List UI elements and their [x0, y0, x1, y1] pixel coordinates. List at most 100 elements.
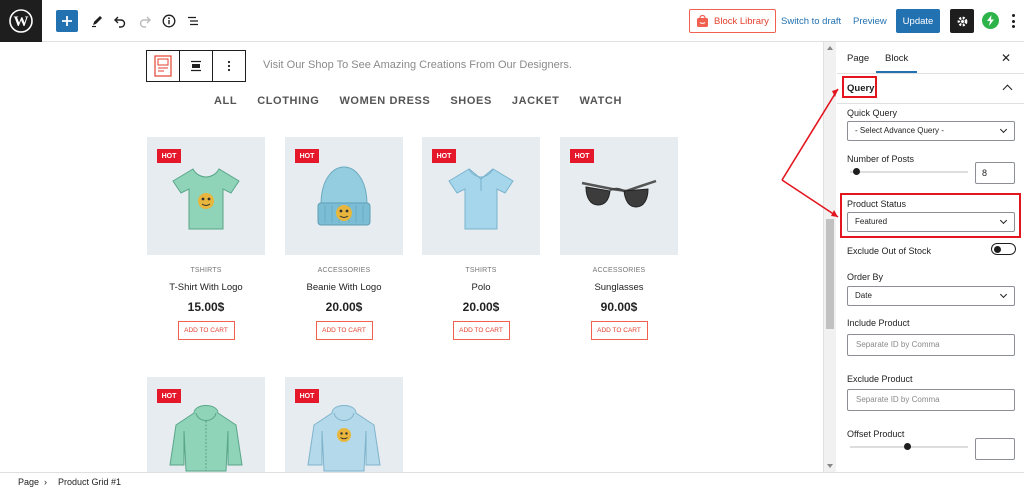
offset-product-input[interactable] [975, 438, 1015, 460]
undo-button[interactable] [109, 10, 131, 32]
breadcrumb-product-grid[interactable]: Product Grid #1 [58, 477, 121, 487]
category-filters: ALL CLOTHING WOMEN DRESS SHOES JACKET WA… [214, 95, 622, 107]
close-icon[interactable]: ✕ [1001, 51, 1011, 65]
include-product-label: Include Product [847, 318, 910, 328]
breadcrumb-page[interactable]: Page [18, 477, 39, 487]
product-name[interactable]: Beanie With Logo [285, 282, 403, 293]
query-panel-header[interactable]: Query [837, 74, 1024, 104]
filter-shoes[interactable]: SHOES [450, 95, 492, 107]
pencil-icon [92, 16, 102, 28]
update-button[interactable]: Update [896, 9, 940, 33]
performance-button[interactable] [982, 12, 999, 29]
align-button[interactable] [180, 51, 213, 81]
product-price: 90.00$ [600, 300, 638, 314]
filter-clothing[interactable]: CLOTHING [257, 95, 319, 107]
scroll-up-arrow[interactable] [827, 46, 833, 50]
align-icon [191, 60, 201, 72]
product-card: ACCESSORIES Beanie With Logo 20.00$ ADD … [285, 267, 403, 340]
add-to-cart-button[interactable]: ADD TO CART [590, 321, 648, 340]
settings-button[interactable] [950, 9, 974, 33]
tab-page[interactable]: Page [847, 53, 869, 64]
plus-icon [62, 16, 72, 26]
product-image-tshirt[interactable]: HOT [147, 137, 265, 255]
quick-query-label: Quick Query [847, 108, 898, 118]
product-name[interactable]: T-Shirt With Logo [147, 282, 265, 293]
slider-handle[interactable] [853, 168, 860, 175]
chevron-down-icon [999, 216, 1008, 225]
chevron-up-icon [1002, 84, 1013, 95]
canvas-scrollbar[interactable] [823, 42, 836, 472]
add-to-cart-button[interactable]: ADD TO CART [177, 321, 235, 340]
order-by-value: Date [855, 291, 872, 300]
switch-to-draft-button[interactable]: Switch to draft [781, 16, 841, 27]
details-button[interactable] [158, 10, 180, 32]
wordpress-logo[interactable]: W [0, 0, 42, 42]
exclude-out-of-stock-toggle[interactable] [991, 243, 1016, 255]
slider-handle[interactable] [904, 443, 911, 450]
chevron-down-icon [999, 290, 1008, 299]
editor-canvas: Visit Our Shop To See Amazing Creations … [0, 42, 823, 472]
block-toolbar [146, 50, 246, 82]
add-to-cart-button[interactable]: ADD TO CART [452, 321, 510, 340]
settings-sidebar: Page Block ✕ Query Quick Query - Select … [837, 42, 1024, 472]
more-vertical-icon [227, 60, 231, 72]
block-library-button[interactable]: Block Library [689, 9, 776, 33]
product-name[interactable]: Polo [422, 282, 540, 293]
number-of-posts-slider[interactable] [850, 171, 968, 173]
undo-icon [114, 16, 126, 28]
list-view-button[interactable] [182, 10, 204, 32]
exclude-product-label: Exclude Product [847, 374, 913, 384]
breadcrumb: Page › Product Grid #1 [0, 472, 1024, 489]
hot-badge: HOT [295, 149, 319, 163]
product-image-sunglasses[interactable]: HOT [560, 137, 678, 255]
gear-icon [957, 16, 967, 26]
product-name[interactable]: Sunglasses [560, 282, 678, 293]
info-icon [162, 14, 176, 28]
product-category[interactable]: TSHIRTS [422, 267, 540, 274]
hot-badge: HOT [570, 149, 594, 163]
hoodie-image [169, 405, 243, 472]
include-product-input[interactable]: Separate ID by Comma [847, 334, 1015, 356]
product-category[interactable]: ACCESSORIES [560, 267, 678, 274]
scroll-down-arrow[interactable] [827, 464, 833, 468]
product-image-hoodie-logo[interactable]: HOT [285, 377, 403, 472]
quick-query-select[interactable]: - Select Advance Query - [847, 121, 1015, 141]
number-of-posts-label: Number of Posts [847, 154, 915, 164]
bolt-icon [987, 15, 994, 26]
scrollbar-thumb[interactable] [826, 219, 834, 329]
block-type-button[interactable] [147, 51, 180, 81]
filter-women-dress[interactable]: WOMEN DRESS [339, 95, 430, 107]
polo-image [448, 168, 514, 230]
filter-all[interactable]: ALL [214, 95, 237, 107]
active-tab-indicator [876, 71, 917, 73]
product-status-select[interactable]: Featured [847, 212, 1015, 232]
product-card: TSHIRTS T-Shirt With Logo 15.00$ ADD TO … [147, 267, 265, 340]
order-by-label: Order By [847, 272, 884, 282]
product-image-polo[interactable]: HOT [422, 137, 540, 255]
tab-block[interactable]: Block [885, 53, 908, 64]
product-image-hoodie[interactable]: HOT [147, 377, 265, 472]
preview-button[interactable]: Preview [853, 16, 887, 27]
order-by-select[interactable]: Date [847, 286, 1015, 306]
product-price: 15.00$ [187, 300, 225, 314]
product-price: 20.00$ [462, 300, 500, 314]
number-of-posts-input[interactable]: 8 [975, 162, 1015, 184]
block-options-button[interactable] [213, 51, 245, 81]
filter-jacket[interactable]: JACKET [512, 95, 560, 107]
tools-button[interactable] [86, 10, 108, 32]
product-image-beanie[interactable]: HOT [285, 137, 403, 255]
filter-watch[interactable]: WATCH [580, 95, 623, 107]
redo-button[interactable] [134, 10, 156, 32]
product-grid-block-icon [154, 55, 172, 77]
add-block-button[interactable] [56, 10, 78, 32]
more-options-button[interactable] [1009, 12, 1017, 30]
sidebar-tabs: Page Block ✕ [837, 42, 1024, 74]
add-to-cart-button[interactable]: ADD TO CART [315, 321, 373, 340]
exclude-product-input[interactable]: Separate ID by Comma [847, 389, 1015, 411]
offset-product-label: Offset Product [847, 429, 905, 439]
product-category[interactable]: ACCESSORIES [285, 267, 403, 274]
intro-text: Visit Our Shop To See Amazing Creations … [263, 59, 572, 71]
product-status-value: Featured [855, 217, 888, 226]
query-panel-title: Query [847, 83, 875, 94]
product-category[interactable]: TSHIRTS [147, 267, 265, 274]
